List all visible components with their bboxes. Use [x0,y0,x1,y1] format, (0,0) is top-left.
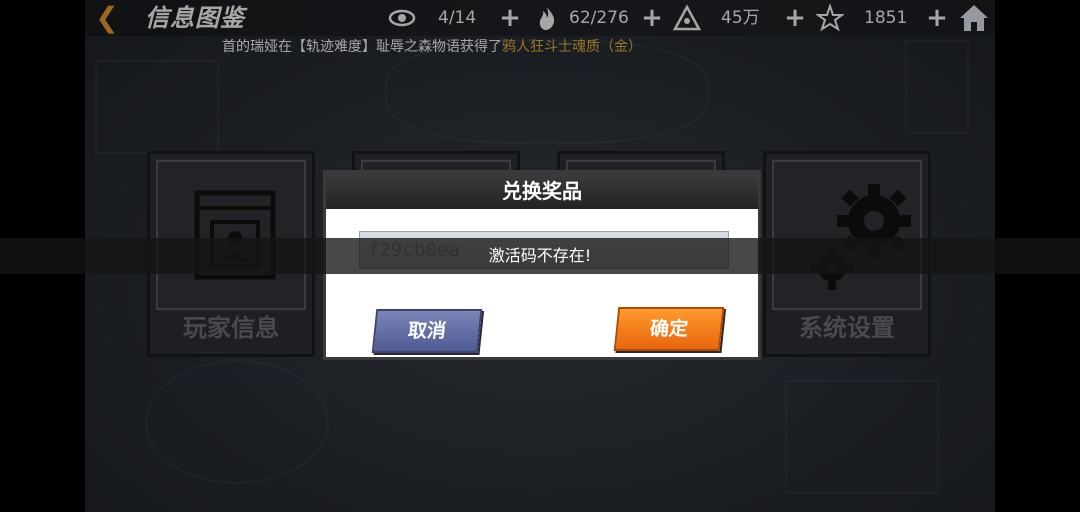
cancel-button[interactable]: 取消 [371,309,483,353]
confirm-button[interactable]: 确定 [613,307,725,351]
error-toast: 激活码不存在! [0,238,1080,274]
dialog-title: 兑换奖品 [326,173,758,209]
